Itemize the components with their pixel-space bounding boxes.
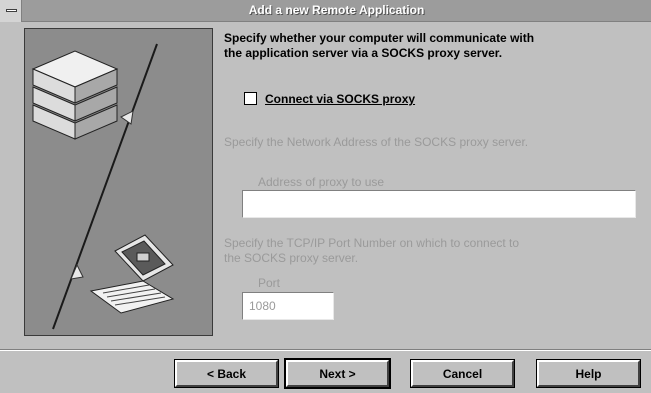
help-button[interactable]: Help	[537, 360, 640, 387]
port-field-label: Port	[258, 276, 281, 290]
port-description-line-2: the SOCKS proxy server.	[224, 251, 359, 265]
server-stack-icon	[31, 50, 119, 140]
address-description: Specify the Network Address of the SOCKS…	[224, 135, 529, 149]
port-input[interactable]: 1080	[242, 292, 334, 320]
proxy-address-input[interactable]	[242, 190, 636, 218]
cancel-button[interactable]: Cancel	[411, 360, 514, 387]
title-bar[interactable]: Add a new Remote Application	[0, 0, 651, 22]
wizard-illustration	[24, 28, 213, 336]
port-description-line-1: Specify the TCP/IP Port Number on which …	[224, 236, 520, 250]
back-button[interactable]: < Back	[175, 360, 278, 387]
intro-line-2: the application server via a SOCKS proxy…	[224, 46, 503, 60]
button-separator	[0, 349, 651, 351]
socks-proxy-checkbox-label[interactable]: Connect via SOCKS proxy	[265, 92, 415, 106]
system-menu-icon[interactable]	[0, 0, 22, 22]
next-button[interactable]: Next >	[286, 360, 389, 387]
laptop-icon	[89, 234, 175, 314]
wizard-dialog: Add a new Remote Application Specify whe…	[0, 0, 651, 393]
window-title: Add a new Remote Application	[248, 3, 425, 17]
intro-line-1: Specify whether your computer will commu…	[224, 31, 535, 45]
socks-proxy-checkbox[interactable]	[244, 92, 257, 105]
address-field-label: Address of proxy to use	[258, 175, 385, 189]
